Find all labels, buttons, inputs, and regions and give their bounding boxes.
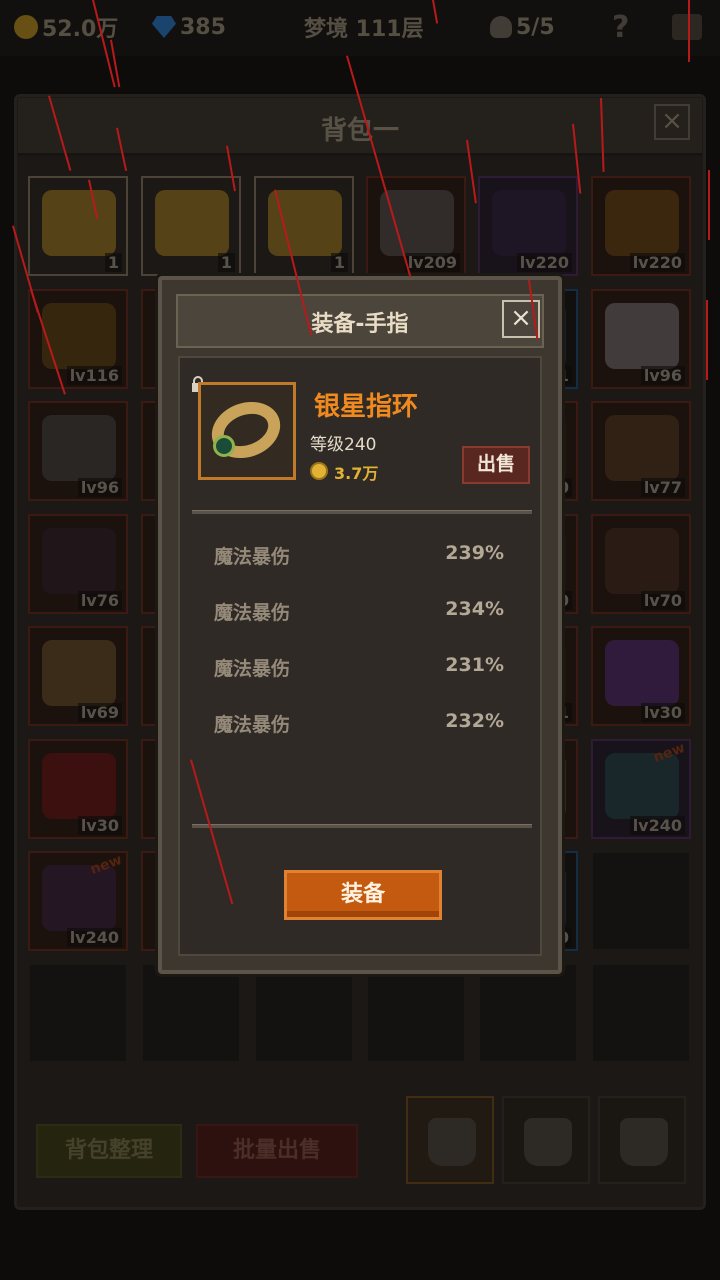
coin-icon — [310, 462, 328, 480]
stat-value: 239% — [445, 542, 504, 564]
stat-value: 232% — [445, 710, 504, 732]
item-icon-frame — [198, 382, 296, 480]
modal-title: 装备-手指 — [311, 312, 409, 337]
equipment-detail-modal: 装备-手指 × 银星指环 等级240 3.7万 出售 魔法暴伤 239% 魔法暴… — [158, 276, 562, 974]
divider — [192, 824, 532, 828]
stat-name: 魔法暴伤 — [214, 658, 291, 680]
stat-name: 魔法暴伤 — [214, 546, 291, 568]
stat-name: 魔法暴伤 — [214, 714, 291, 736]
rain-streak — [688, 0, 690, 62]
ring-icon — [203, 392, 289, 468]
stat-row: 魔法暴伤 239% — [214, 542, 504, 572]
item-price: 3.7万 — [334, 464, 379, 483]
stat-value: 234% — [445, 598, 504, 620]
rain-streak — [706, 300, 708, 380]
stat-row: 魔法暴伤 231% — [214, 654, 504, 684]
stat-name: 魔法暴伤 — [214, 602, 291, 624]
stat-row: 魔法暴伤 234% — [214, 598, 504, 628]
stat-row: 魔法暴伤 232% — [214, 710, 504, 740]
divider — [192, 510, 532, 514]
item-name: 银星指环 — [314, 392, 419, 422]
modal-header: 装备-手指 — [176, 294, 544, 348]
sell-button[interactable]: 出售 — [462, 446, 530, 484]
ring-gem — [213, 435, 235, 457]
game-screen: 52.0万 385 梦境 111层 5/5 ? 背包一 × 1 1 1 lv209 lv… — [0, 0, 720, 1280]
equip-button[interactable]: 装备 — [284, 870, 442, 920]
stat-value: 231% — [445, 654, 504, 676]
item-level: 等级240 — [310, 435, 377, 455]
rain-streak — [708, 170, 710, 240]
